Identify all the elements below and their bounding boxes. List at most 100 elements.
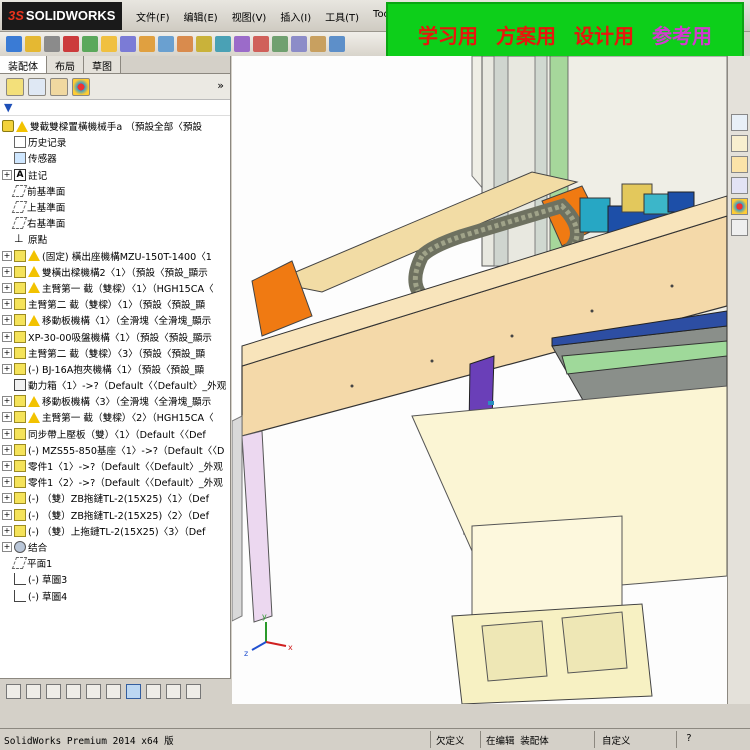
tree-item[interactable]: 右基準面 (0, 215, 230, 231)
filter-icon[interactable]: ▼ (4, 101, 12, 114)
interference-icon[interactable] (234, 36, 250, 52)
menu-tools[interactable]: 工具(T) (325, 9, 359, 24)
tab-assembly[interactable]: 装配体 (0, 56, 47, 73)
expand-toggle-icon[interactable]: + (2, 315, 12, 326)
appearances-icon[interactable] (730, 198, 748, 215)
section-icon[interactable] (166, 684, 181, 699)
tree-item[interactable]: 動力箱〈1〉->?（Default〈〈Default〉_外观 (0, 377, 230, 393)
save-icon[interactable] (44, 36, 60, 52)
custom-properties-icon[interactable] (730, 219, 748, 236)
print-icon[interactable] (63, 36, 79, 52)
design-library-icon[interactable] (730, 135, 748, 152)
rebuild-icon[interactable] (101, 36, 117, 52)
property-manager-icon[interactable] (28, 77, 46, 96)
exploded-view-icon[interactable] (215, 36, 231, 52)
expand-toggle-icon[interactable]: + (2, 509, 12, 520)
tree-item[interactable]: + 结合 (0, 539, 230, 555)
expand-toggle-icon[interactable]: + (2, 347, 12, 358)
expand-toggle-icon[interactable]: + (2, 331, 12, 342)
expand-toggle-icon[interactable]: + (2, 250, 12, 261)
tree-item[interactable]: + (-) （雙）ZB拖鏈TL-2(15X25)〈1〉（Def (0, 490, 230, 506)
tree-item[interactable]: + A 註记 (0, 167, 230, 183)
rotate-icon[interactable] (46, 684, 61, 699)
tree-item[interactable]: 历史记录 (0, 134, 230, 150)
isometric-view-icon[interactable] (126, 684, 141, 699)
appearance-icon[interactable] (106, 684, 121, 699)
tree-item[interactable]: + (固定) 橫出座機構MZU-150T-1400〈1 (0, 248, 230, 264)
expand-toggle-icon[interactable]: + (2, 299, 12, 310)
tree-item[interactable]: + 零件1〈2〉->?（Default〈〈Default〉_外观 (0, 474, 230, 490)
tree-item[interactable]: + (-) MZS55-850基座〈1〉->?（Default〈〈D (0, 442, 230, 458)
shaded-icon[interactable] (146, 684, 161, 699)
zoom-area-icon[interactable] (26, 684, 41, 699)
tree-item[interactable]: (-) 草圖3 (0, 571, 230, 587)
expand-toggle-icon[interactable]: + (2, 493, 12, 504)
tree-item[interactable]: + 主臂第一 截（雙樑）〈2〉（HGH15CA〈 (0, 409, 230, 425)
expand-toggle-icon[interactable]: + (2, 444, 12, 455)
expand-toggle-icon[interactable]: + (2, 169, 12, 180)
tree-item[interactable]: 平面1 (0, 555, 230, 571)
measure-icon[interactable] (291, 36, 307, 52)
graphics-area[interactable]: y x z (232, 56, 727, 704)
reference-geometry-icon[interactable] (272, 36, 288, 52)
tree-item[interactable]: + 移動板機構〈1〉（全滑塊〈全滑塊_顯示 (0, 312, 230, 328)
view-settings-icon[interactable] (186, 684, 201, 699)
tab-sketch[interactable]: 草图 (84, 56, 121, 73)
solidworks-logo[interactable]: 3S SOLIDWORKS (2, 2, 122, 30)
insert-component-icon[interactable] (139, 36, 155, 52)
menu-edit[interactable]: 编辑(E) (184, 9, 218, 24)
view-orientation-icon[interactable] (329, 36, 345, 52)
feature-manager-icon[interactable] (6, 77, 24, 96)
tree-item[interactable]: + 主臂第二 截（雙樑）〈3〉（預設〈預設_顯 (0, 345, 230, 361)
menu-file[interactable]: 文件(F) (136, 9, 170, 24)
tree-filter[interactable]: ▼ (0, 100, 230, 116)
status-help[interactable]: ? (686, 733, 692, 744)
hide-show-icon[interactable] (86, 684, 101, 699)
tree-item[interactable]: + (-) （雙）ZB拖鏈TL-2(15X25)〈2〉（Def (0, 507, 230, 523)
tree-item[interactable]: + 移動板機構〈3〉（全滑塊〈全滑塊_顯示 (0, 393, 230, 409)
file-explorer-icon[interactable] (730, 156, 748, 173)
tree-item[interactable]: + 雙橫出樑機構2〈1〉（預設〈預設_顯示 (0, 264, 230, 280)
expand-toggle-icon[interactable]: + (2, 282, 12, 293)
tree-item[interactable]: + XP-30-00吸盤機構〈1〉（預設〈預設_顯示 (0, 328, 230, 344)
display-style-icon[interactable] (66, 684, 81, 699)
tab-layout[interactable]: 布局 (47, 56, 84, 73)
tree-item[interactable]: + (-) BJ-16A抱夾機構〈1〉（預設〈預設_顯 (0, 361, 230, 377)
open-icon[interactable] (25, 36, 41, 52)
manipulator-model[interactable]: y x z (232, 56, 727, 704)
tree-item[interactable]: + 主臂第二 截（雙樑）〈1〉（預設〈預設_顯 (0, 296, 230, 312)
expand-toggle-icon[interactable]: + (2, 541, 12, 552)
configuration-manager-icon[interactable] (50, 77, 68, 96)
options-icon[interactable] (120, 36, 136, 52)
tree-item[interactable]: + (-) （雙）上拖鏈TL-2(15X25)〈3〉（Def (0, 523, 230, 539)
assembly-features-icon[interactable] (253, 36, 269, 52)
expand-toggle-icon[interactable]: + (2, 525, 12, 536)
mate-icon[interactable] (158, 36, 174, 52)
tree-item[interactable]: 前基準面 (0, 183, 230, 199)
expand-toggle-icon[interactable]: + (2, 428, 12, 439)
section-view-icon[interactable] (310, 36, 326, 52)
display-manager-icon[interactable] (72, 77, 90, 96)
tree-item[interactable]: (-) 草圖4 (0, 587, 230, 603)
status-units[interactable]: 自定义 (602, 733, 631, 747)
tree-item[interactable]: 传感器 (0, 150, 230, 166)
zoom-fit-icon[interactable] (6, 684, 21, 699)
tree-root[interactable]: 雙截雙樑置橫機械手a （預設全部〈預設 (0, 118, 230, 134)
expand-toggle-icon[interactable]: + (2, 412, 12, 423)
undo-icon[interactable] (82, 36, 98, 52)
tree-item[interactable]: 上基準面 (0, 199, 230, 215)
collapse-panel-icon[interactable]: » (217, 79, 224, 92)
smart-fasteners-icon[interactable] (196, 36, 212, 52)
expand-toggle-icon[interactable]: + (2, 363, 12, 374)
expand-toggle-icon[interactable]: + (2, 461, 12, 472)
tree-item[interactable]: + 主臂第一 截（雙樑）〈1〉（HGH15CA〈 (0, 280, 230, 296)
move-component-icon[interactable] (177, 36, 193, 52)
menu-view[interactable]: 视图(V) (232, 9, 267, 24)
view-palette-icon[interactable] (730, 177, 748, 194)
menu-insert[interactable]: 插入(I) (280, 9, 311, 24)
expand-toggle-icon[interactable]: + (2, 477, 12, 488)
tree-item[interactable]: ⊥ 原點 (0, 231, 230, 247)
tree-item[interactable]: + 零件1〈1〉->?（Default〈〈Default〉_外观 (0, 458, 230, 474)
resources-icon[interactable] (730, 114, 748, 131)
new-icon[interactable] (6, 36, 22, 52)
